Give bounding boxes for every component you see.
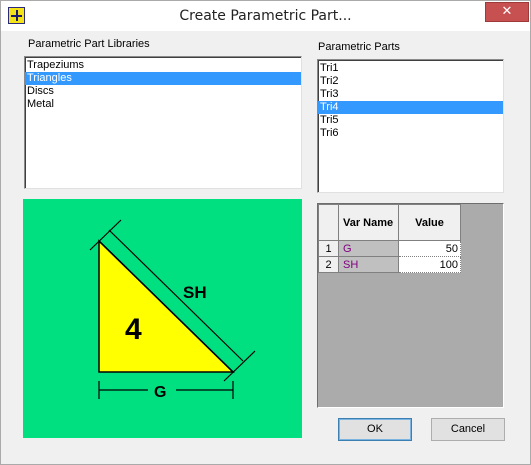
grid-corner <box>318 204 339 241</box>
library-item-trapeziums[interactable]: Trapeziums <box>25 59 301 72</box>
parts-listbox[interactable]: Tri1 Tri2 Tri3 Tri4 Tri5 Tri6 <box>317 59 504 193</box>
close-button[interactable]: ✕ <box>485 2 529 22</box>
sh-label: SH <box>183 283 207 302</box>
value-cell[interactable]: 50 <box>398 240 461 257</box>
row-number: 1 <box>318 240 339 257</box>
libraries-label: Parametric Part Libraries <box>28 38 150 50</box>
variables-grid[interactable]: Var Name Value 1 G 50 2 SH 100 <box>317 203 504 408</box>
part-item-tri2[interactable]: Tri2 <box>318 75 503 88</box>
table-row: 2 SH 100 <box>318 256 461 273</box>
part-item-tri5[interactable]: Tri5 <box>318 114 503 127</box>
variables-table: Var Name Value 1 G 50 2 SH 100 <box>318 204 461 273</box>
library-item-triangles[interactable]: Triangles <box>25 72 301 85</box>
cancel-button[interactable]: Cancel <box>431 418 505 441</box>
library-item-metal[interactable]: Metal <box>25 98 301 111</box>
sh-extension-top <box>89 219 122 251</box>
var-name-cell: SH <box>338 256 399 273</box>
part-item-tri4[interactable]: Tri4 <box>318 101 503 114</box>
triangle-diagram: 4 SH G <box>89 219 256 401</box>
library-item-discs[interactable]: Discs <box>25 85 301 98</box>
ok-button[interactable]: OK <box>338 418 412 441</box>
window-title: Create Parametric Part... <box>179 8 352 24</box>
part-number-label: 4 <box>125 313 142 346</box>
part-item-tri6[interactable]: Tri6 <box>318 127 503 140</box>
table-row: 1 G 50 <box>318 240 461 257</box>
title-bar[interactable]: Create Parametric Part... ✕ <box>1 1 530 31</box>
value-cell[interactable]: 100 <box>398 256 461 273</box>
sh-extension-bottom <box>223 350 256 382</box>
parts-label: Parametric Parts <box>318 41 400 53</box>
part-preview: 4 SH G <box>23 199 302 438</box>
row-number: 2 <box>318 256 339 273</box>
libraries-listbox[interactable]: Trapeziums Triangles Discs Metal <box>24 56 302 189</box>
g-label: G <box>154 384 166 401</box>
var-name-cell: G <box>338 240 399 257</box>
part-item-tri3[interactable]: Tri3 <box>318 88 503 101</box>
create-parametric-part-dialog: Create Parametric Part... ✕ Parametric P… <box>0 0 531 465</box>
column-header-value[interactable]: Value <box>398 204 461 241</box>
part-item-tri1[interactable]: Tri1 <box>318 62 503 75</box>
column-header-var-name[interactable]: Var Name <box>338 204 399 241</box>
